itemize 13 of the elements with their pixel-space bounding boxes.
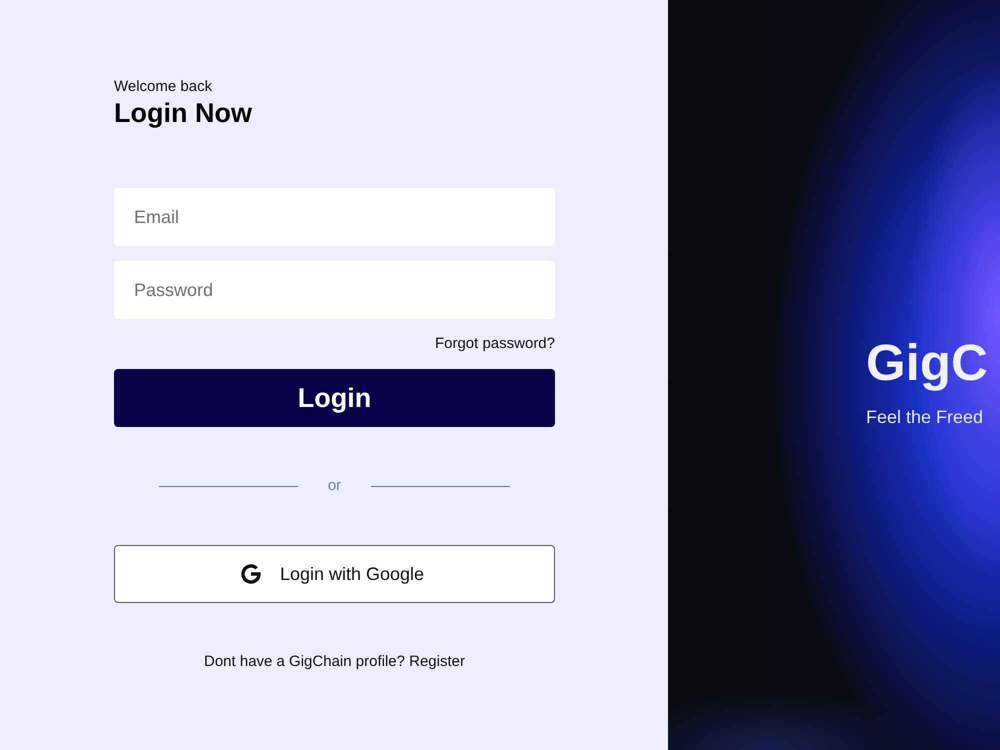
- page-title: Login Now: [114, 97, 252, 129]
- register-link[interactable]: Register: [409, 653, 465, 670]
- divider-text: or: [328, 476, 342, 496]
- login-button[interactable]: Login: [114, 369, 555, 427]
- password-field[interactable]: Password: [114, 261, 555, 319]
- register-prompt: Dont have a GigChain profile? Register: [204, 653, 465, 671]
- forgot-password-link[interactable]: Forgot password?: [434, 335, 555, 353]
- brand-title: GigC: [866, 334, 988, 392]
- email-field[interactable]: Email: [114, 188, 555, 246]
- g-letter-icon: [240, 564, 261, 584]
- tagline-text: Feel the Freed: [866, 406, 984, 428]
- google-login-button[interactable]: Login with Google: [114, 545, 555, 603]
- greeting-text: Welcome back: [114, 78, 212, 96]
